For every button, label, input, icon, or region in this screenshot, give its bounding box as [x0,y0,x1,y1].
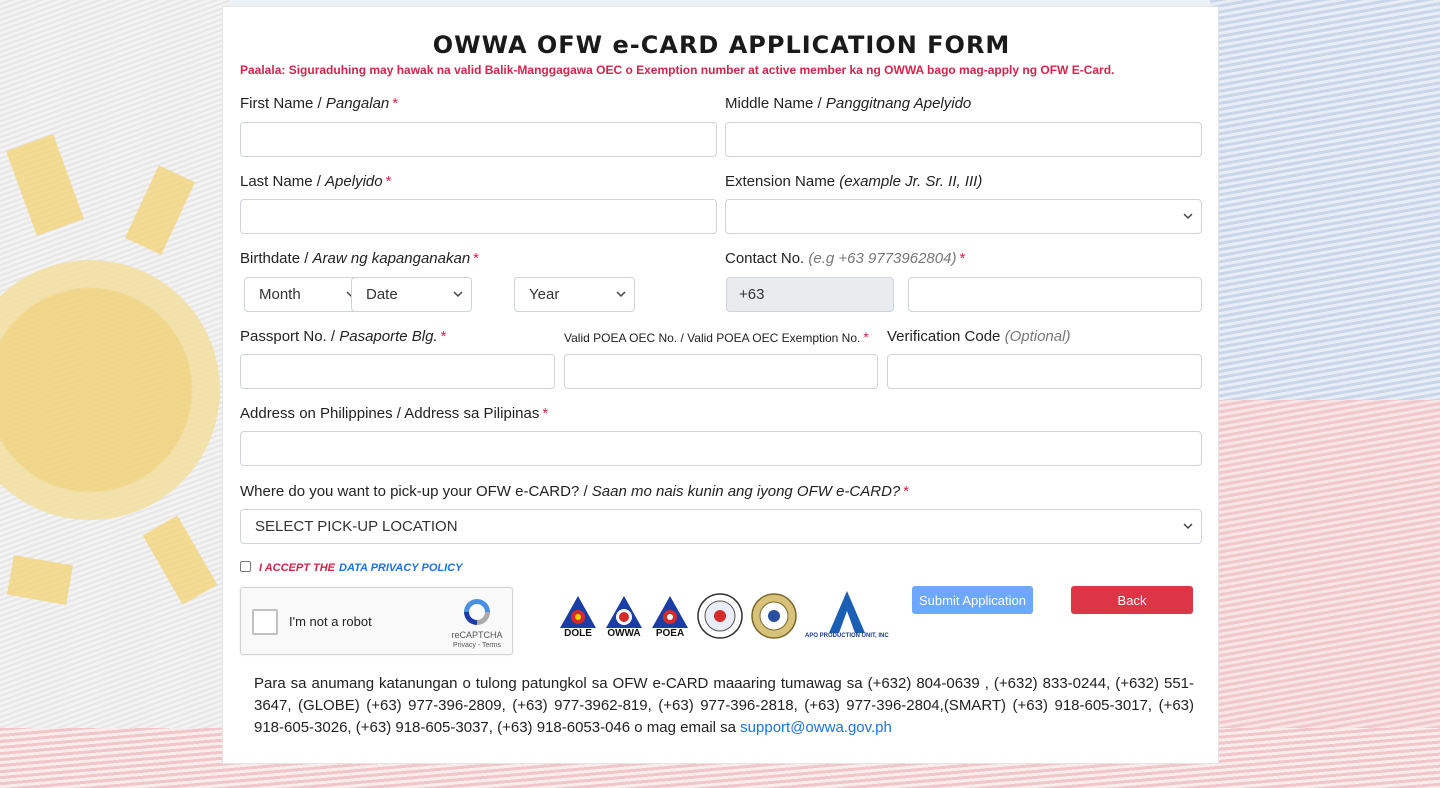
owwa-icon [606,596,642,628]
recaptcha-label: I'm not a robot [289,614,372,629]
birth-date-select[interactable]: Date [351,277,472,312]
back-button[interactable]: Back [1071,586,1193,614]
birthdate-label: Birthdate / Araw ng kapanganakan * [240,250,480,267]
pickup-location-value: SELECT PICK-UP LOCATION [255,518,458,535]
recaptcha-terms-link[interactable]: Privacy - Terms [437,642,517,649]
chevron-down-icon [1183,213,1193,220]
apo-icon [828,591,865,633]
pickup-location-select[interactable]: SELECT PICK-UP LOCATION [240,509,1202,544]
first-name-input[interactable] [240,122,717,157]
contact-number-input[interactable] [908,277,1202,312]
extension-name-select[interactable] [725,199,1202,234]
birth-date-value: Date [366,286,398,303]
last-name-label: Last Name / Apelyido * [240,173,392,190]
birth-year-value: Year [529,286,560,303]
contact-prefix: +63 [726,277,894,312]
privacy-accept-text: I ACCEPT THE [259,562,335,574]
verification-code-label: Verification Code (Optional) [887,328,1071,345]
verification-code-input[interactable] [887,354,1202,389]
birth-year-select[interactable]: Year [514,277,635,312]
chevron-down-icon [1183,523,1193,530]
recaptcha-checkbox[interactable] [252,609,278,635]
last-name-input[interactable] [240,199,717,234]
poea-logo: POEA [651,594,689,639]
apo-logo: APO PRODUCTION UNIT, INC [805,589,889,639]
middle-name-label: Middle Name / Panggitnang Apelyido [725,95,972,112]
poea-icon [652,596,688,628]
privacy-policy-link[interactable]: DATA PRIVACY POLICY [339,562,462,574]
address-input[interactable] [240,431,1202,466]
extension-name-label: Extension Name (example Jr. Sr. II, III) [725,173,983,190]
middle-name-input[interactable] [725,122,1202,157]
passport-label: Passport No. / Pasaporte Blg. * [240,328,447,345]
recaptcha-brand: reCAPTCHA [451,630,503,640]
agency-logos: DOLE OWWA POEA APO PRODUCTION UNIT, INC [559,589,889,639]
support-email-link[interactable]: support@owwa.gov.ph [740,719,892,736]
first-name-label: First Name / Pangalan * [240,95,399,112]
pickup-label: Where do you want to pick-up your OFW e-… [240,483,910,500]
immigration-seal [751,593,797,639]
chevron-down-icon [453,291,463,298]
oec-input[interactable] [564,354,878,389]
contact-footer: Para sa anumang katanungan o tulong patu… [254,675,1194,736]
dfa-seal-icon [697,593,743,639]
immigration-seal-icon [751,593,797,639]
page-title: OWWA OFW e-CARD APPLICATION FORM [432,31,1011,59]
oec-label: Valid POEA OEC No. / Valid POEA OEC Exem… [564,329,869,345]
birth-month-value: Month [259,286,301,303]
recaptcha-widget: I'm not a robot reCAPTCHA Privacy - Term… [240,587,513,655]
dole-logo: DOLE [559,594,597,639]
birth-month-select[interactable]: Month [244,277,365,312]
owwa-logo: OWWA [605,594,643,639]
chevron-down-icon [616,291,626,298]
dole-icon [560,596,596,628]
recaptcha-icon [464,599,490,625]
address-label: Address on Philippines / Address sa Pili… [240,405,549,422]
contact-label: Contact No. (e.g +63 9773962804) * [725,250,966,267]
application-form: OWWA OFW e-CARD APPLICATION FORM Paalala… [222,6,1219,764]
submit-application-button[interactable]: Submit Application [912,586,1033,614]
privacy-consent: I ACCEPT THE DATA PRIVACY POLICY [240,560,462,574]
reminder-text: Paalala: Siguraduhing may hawak na valid… [240,63,1115,77]
passport-input[interactable] [240,354,555,389]
dfa-seal [697,593,743,639]
privacy-checkbox[interactable] [240,560,251,572]
